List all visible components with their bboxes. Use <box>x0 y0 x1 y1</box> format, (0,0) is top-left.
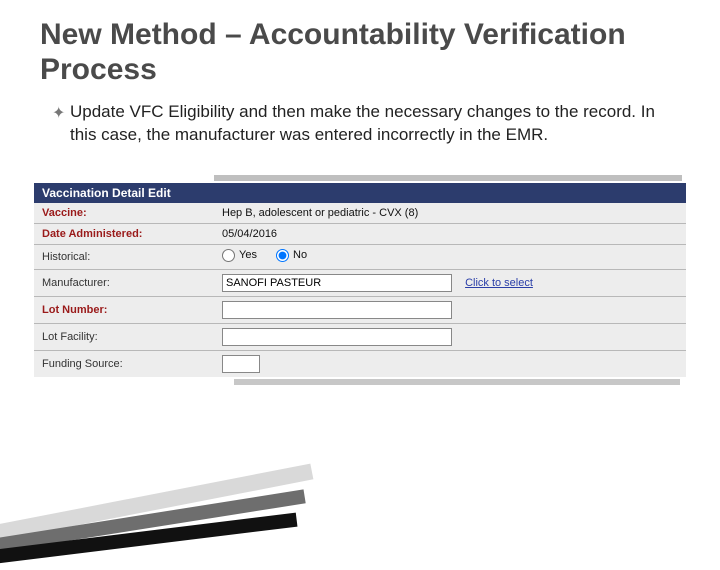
historical-no-text: No <box>293 249 307 261</box>
decorative-wedge <box>0 440 340 570</box>
row-funding-source: Funding Source: <box>34 350 686 377</box>
funding-label: Funding Source: <box>34 350 214 377</box>
bullet-item: ✦ Update VFC Eligibility and then make t… <box>0 97 720 147</box>
manufacturer-select-link[interactable]: Click to select <box>465 277 533 289</box>
decorative-shadow <box>234 379 680 385</box>
historical-yes-text: Yes <box>239 249 257 261</box>
historical-no-radio[interactable] <box>276 249 289 262</box>
historical-yes-radio[interactable] <box>222 249 235 262</box>
slide-title: New Method – Accountability Verification… <box>0 0 720 97</box>
form-header: Vaccination Detail Edit <box>34 183 686 203</box>
historical-no-option[interactable]: No <box>276 249 307 262</box>
manufacturer-label: Manufacturer: <box>34 269 214 296</box>
bullet-text: Update VFC Eligibility and then make the… <box>70 101 670 147</box>
form-table: Vaccine: Hep B, adolescent or pediatric … <box>34 203 686 377</box>
date-value: 05/04/2016 <box>214 223 686 244</box>
row-manufacturer: Manufacturer: Click to select <box>34 269 686 296</box>
date-label: Date Administered: <box>34 223 214 244</box>
bullet-icon: ✦ <box>52 101 70 147</box>
lot-facility-input[interactable] <box>222 328 452 346</box>
vaccination-form: Vaccination Detail Edit Vaccine: Hep B, … <box>34 175 686 385</box>
lot-label: Lot Number: <box>34 296 214 323</box>
lot-number-input[interactable] <box>222 301 452 319</box>
historical-label: Historical: <box>34 244 214 269</box>
vaccine-value: Hep B, adolescent or pediatric - CVX (8) <box>214 203 686 224</box>
decorative-shadow <box>214 175 682 181</box>
row-date: Date Administered: 05/04/2016 <box>34 223 686 244</box>
manufacturer-input[interactable] <box>222 274 452 292</box>
facility-label: Lot Facility: <box>34 323 214 350</box>
row-lot-facility: Lot Facility: <box>34 323 686 350</box>
vaccine-label: Vaccine: <box>34 203 214 224</box>
historical-yes-option[interactable]: Yes <box>222 249 257 262</box>
funding-source-input[interactable] <box>222 355 260 373</box>
row-historical: Historical: Yes No <box>34 244 686 269</box>
row-vaccine: Vaccine: Hep B, adolescent or pediatric … <box>34 203 686 224</box>
row-lot-number: Lot Number: <box>34 296 686 323</box>
